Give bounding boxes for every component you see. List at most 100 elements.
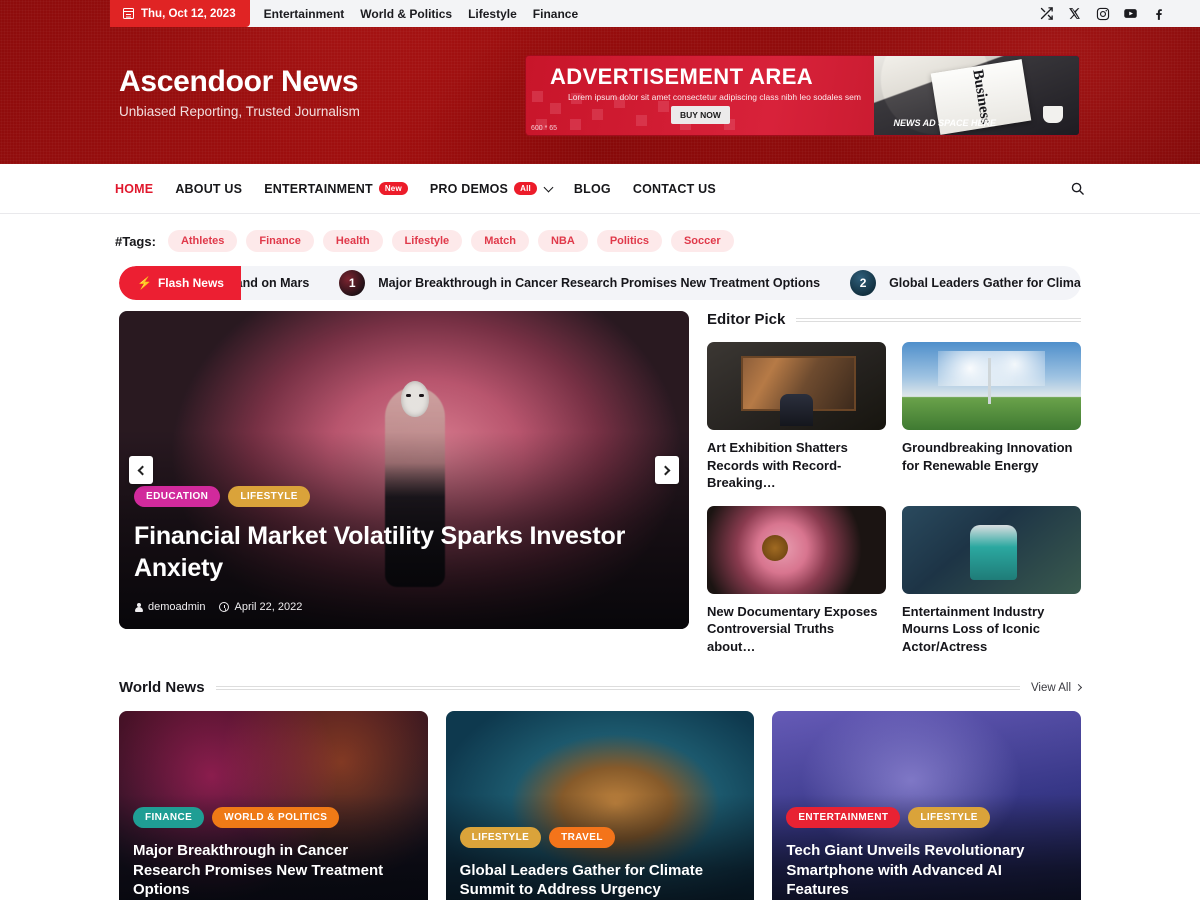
topbar-link-finance[interactable]: Finance xyxy=(533,7,578,21)
view-all-label: View All xyxy=(1030,681,1071,694)
nav-item-label: HOME xyxy=(115,181,154,196)
badge-finance[interactable]: FINANCE xyxy=(133,806,205,828)
calendar-icon xyxy=(122,8,135,19)
ad-subtitle: Lorem ipsum dolor sit amet consectetur a… xyxy=(568,92,861,102)
topbar-link-world-politics[interactable]: World & Politics xyxy=(360,7,452,21)
badge-lifestyle[interactable]: LIFESTYLE xyxy=(908,806,990,828)
nav-item-home[interactable]: HOME xyxy=(115,182,153,196)
badge-education[interactable]: EDUCATION xyxy=(134,486,221,507)
flash-news-label: ⚡ Flash News xyxy=(119,266,241,300)
world-news-card-content: FINANCE WORLD & POLITICS Major Breakthro… xyxy=(133,806,414,900)
editor-pick-card[interactable]: Art Exhibition Shatters Records with Rec… xyxy=(707,342,886,492)
tag-athletes[interactable]: Athletes xyxy=(167,230,238,252)
facebook-icon[interactable] xyxy=(1151,6,1166,21)
slider-prev-button[interactable] xyxy=(129,456,153,484)
world-news-card[interactable]: FINANCE WORLD & POLITICS Major Breakthro… xyxy=(119,711,428,900)
chevron-left-icon xyxy=(137,465,148,475)
editor-pick-card[interactable]: Entertainment Industry Mourns Loss of Ic… xyxy=(902,505,1081,656)
section-divider xyxy=(796,317,1081,322)
world-news-card-title[interactable]: Tech Giant Unveils Revolutionary Smartph… xyxy=(786,841,1067,900)
site-title: Ascendoor News xyxy=(119,65,359,98)
tag-politics[interactable]: Politics xyxy=(596,230,662,252)
topbar-link-lifestyle[interactable]: Lifestyle xyxy=(468,7,517,21)
nav-item-about-us[interactable]: ABOUT US xyxy=(175,182,242,196)
flash-news-item[interactable]: 1 Major Breakthrough in Cancer Research … xyxy=(339,270,850,296)
ad-space-note: NEWS AD SPACE HERE xyxy=(893,118,996,128)
top-bar: Thu, Oct 12, 2023 Entertainment World & … xyxy=(110,0,1200,27)
flash-label-text: Flash News xyxy=(157,276,224,290)
tag-soccer[interactable]: Soccer xyxy=(670,230,734,252)
hero-date: April 22, 2022 xyxy=(219,601,302,613)
search-icon[interactable] xyxy=(1070,181,1085,196)
world-news-card-content: LIFESTYLE TRAVEL Global Leaders Gather f… xyxy=(459,826,741,900)
view-all-link[interactable]: View All xyxy=(1030,681,1083,694)
instagram-icon[interactable] xyxy=(1095,6,1110,21)
hero-title[interactable]: Financial Market Volatility Sparks Inves… xyxy=(134,520,634,584)
nav-item-label: PRO DEMOS xyxy=(429,181,509,196)
hero-author-name: demoadmin xyxy=(148,601,206,613)
world-news-card-title[interactable]: Major Breakthrough in Cancer Research Pr… xyxy=(133,841,414,900)
site-brand[interactable]: Ascendoor News Unbiased Reporting, Trust… xyxy=(119,65,360,119)
ad-newspaper-word: Business xyxy=(969,68,994,126)
nav-item-label: BLOG xyxy=(573,181,611,196)
nav-item-blog[interactable]: BLOG xyxy=(574,182,611,196)
world-news-grid: FINANCE WORLD & POLITICS Major Breakthro… xyxy=(119,711,1082,900)
advertisement-banner[interactable]: Business ADVERTISEMENT AREA Lorem ipsum … xyxy=(525,55,1080,136)
nav-badge-all: All xyxy=(514,182,537,195)
hero-slider[interactable]: EDUCATION LIFESTYLE Financial Market Vol… xyxy=(119,311,689,629)
user-icon xyxy=(134,602,143,612)
editor-pick-grid: Art Exhibition Shatters Records with Rec… xyxy=(707,342,1081,655)
slider-next-button[interactable] xyxy=(655,456,679,484)
ad-buy-now-button[interactable]: BUY NOW xyxy=(671,106,730,124)
badge-world-politics[interactable]: WORLD & POLITICS xyxy=(212,806,340,828)
tag-finance[interactable]: Finance xyxy=(246,230,314,252)
clock-icon xyxy=(219,602,230,612)
x-twitter-icon[interactable] xyxy=(1067,6,1082,21)
nav-list: HOME ABOUT US ENTERTAINMENT New PRO DEMO… xyxy=(115,182,716,196)
flash-item-thumbnail: 2 xyxy=(850,270,877,296)
flash-news-track: essfully Land on Mars 1 Major Breakthrou… xyxy=(240,266,1081,300)
topbar-link-entertainment[interactable]: Entertainment xyxy=(264,7,345,21)
card-badges: FINANCE WORLD & POLITICS xyxy=(133,806,414,828)
ad-coffee-cup xyxy=(1043,106,1063,123)
badge-lifestyle[interactable]: LIFESTYLE xyxy=(459,826,542,848)
card-badges: ENTERTAINMENT LIFESTYLE xyxy=(786,806,1067,828)
content-area: EDUCATION LIFESTYLE Financial Market Vol… xyxy=(119,311,1081,655)
top-bar-menu: Entertainment World & Politics Lifestyle… xyxy=(250,0,579,27)
chevron-right-icon xyxy=(660,465,671,475)
hero-content: EDUCATION LIFESTYLE Financial Market Vol… xyxy=(134,486,659,613)
nav-item-entertainment[interactable]: ENTERTAINMENT New xyxy=(264,182,408,196)
tag-health[interactable]: Health xyxy=(322,230,383,252)
nav-item-pro-demos[interactable]: PRO DEMOS All xyxy=(429,181,554,196)
world-news-card[interactable]: LIFESTYLE TRAVEL Global Leaders Gather f… xyxy=(445,711,755,900)
editor-pick-card[interactable]: Groundbreaking Innovation for Renewable … xyxy=(902,342,1081,492)
shuffle-icon[interactable] xyxy=(1039,6,1054,21)
date-chip: Thu, Oct 12, 2023 xyxy=(110,0,250,27)
nav-badge-new: New xyxy=(378,182,408,195)
flash-news-item[interactable]: 2 Global Leaders Gather for Climate Summ… xyxy=(850,270,1081,296)
section-divider xyxy=(215,685,1020,690)
tag-match[interactable]: Match xyxy=(471,230,529,252)
editor-pick-card[interactable]: New Documentary Exposes Controversial Tr… xyxy=(707,505,886,656)
badge-lifestyle[interactable]: LIFESTYLE xyxy=(228,486,310,507)
youtube-icon[interactable] xyxy=(1123,6,1138,21)
hero-badges: EDUCATION LIFESTYLE xyxy=(134,486,659,507)
flash-item-text: Major Breakthrough in Cancer Research Pr… xyxy=(378,276,821,290)
flash-item-text: essfully Land on Mars xyxy=(240,276,310,290)
card-badges: LIFESTYLE TRAVEL xyxy=(459,826,741,848)
ad-title: ADVERTISEMENT AREA xyxy=(550,64,814,89)
world-news-card-title[interactable]: Global Leaders Gather for Climate Summit… xyxy=(460,861,741,900)
editor-pick-thumbnail xyxy=(902,505,1081,594)
badge-entertainment[interactable]: ENTERTAINMENT xyxy=(786,806,901,828)
hero-meta: demoadmin April 22, 2022 xyxy=(134,601,659,613)
tag-lifestyle[interactable]: Lifestyle xyxy=(391,230,463,252)
badge-travel[interactable]: TRAVEL xyxy=(549,826,615,848)
tags-row: #Tags: Athletes Finance Health Lifestyle… xyxy=(115,214,1085,252)
tag-nba[interactable]: NBA xyxy=(537,230,588,252)
bolt-icon: ⚡ xyxy=(137,276,152,290)
world-news-card[interactable]: ENTERTAINMENT LIFESTYLE Tech Giant Unvei… xyxy=(772,711,1082,900)
flash-news-item[interactable]: essfully Land on Mars xyxy=(240,276,339,290)
world-news-card-content: ENTERTAINMENT LIFESTYLE Tech Giant Unvei… xyxy=(786,806,1067,900)
nav-item-label: ENTERTAINMENT xyxy=(264,181,373,196)
nav-item-contact-us[interactable]: CONTACT US xyxy=(633,182,716,196)
